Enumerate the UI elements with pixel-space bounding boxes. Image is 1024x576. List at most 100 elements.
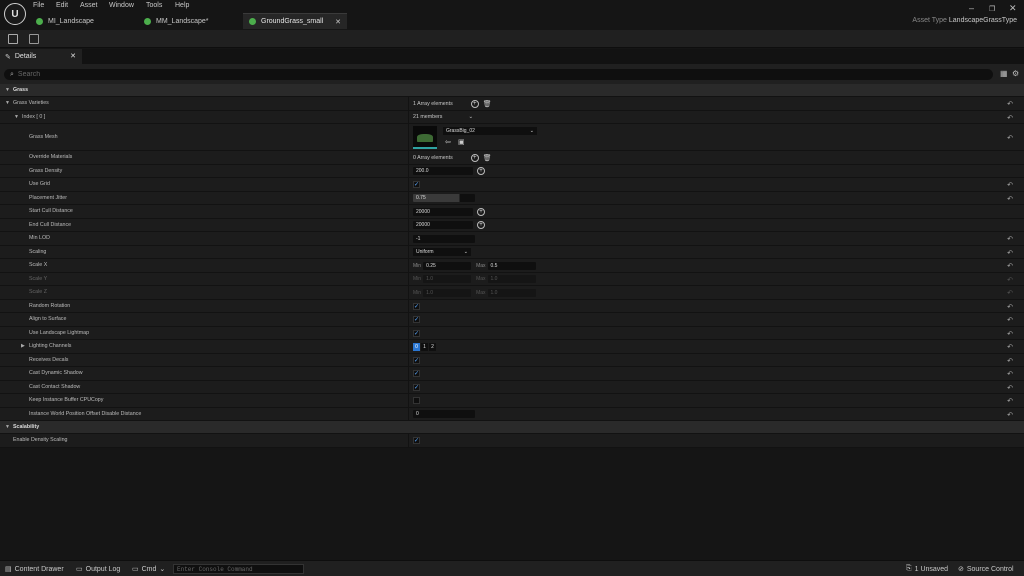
reset-arrow-icon[interactable]: ↶ xyxy=(1007,411,1013,419)
add-icon[interactable]: + xyxy=(477,221,485,229)
channel-2-toggle[interactable]: 2 xyxy=(429,342,436,351)
trash-icon[interactable]: 🗑 xyxy=(483,154,492,162)
add-element-icon[interactable]: + xyxy=(470,99,479,108)
channel-1-toggle[interactable]: 1 xyxy=(421,342,428,351)
tab-mm-landscape[interactable]: MM_Landscape* xyxy=(138,13,240,29)
scaling-dropdown[interactable]: Uniform ⌄ xyxy=(413,248,471,256)
menu-asset[interactable]: Asset xyxy=(80,2,98,13)
start-cull-field[interactable]: 20000 xyxy=(413,207,473,216)
tab-groundgrass-small[interactable]: GroundGrass_small ✕ xyxy=(243,13,347,29)
enable-density-checkbox[interactable]: ✓ xyxy=(413,437,420,444)
prop-label: Instance World Position Offset Disable D… xyxy=(29,410,142,417)
reset-arrow-icon[interactable]: ↶ xyxy=(1007,316,1013,324)
unsaved-button[interactable]: ⎘ 1 Unsaved xyxy=(906,565,948,573)
add-element-icon[interactable]: + xyxy=(470,153,479,162)
max-label: Max xyxy=(476,262,486,269)
minimize-icon[interactable]: – xyxy=(969,3,974,13)
source-control-label: Source Control xyxy=(966,565,1014,573)
prop-label: Use Landscape Lightmap xyxy=(29,329,90,336)
reset-arrow-icon[interactable]: ↶ xyxy=(1007,397,1013,405)
tab-mi-landscape[interactable]: MI_Landscape xyxy=(30,13,133,29)
receives-decals-checkbox[interactable]: ✓ xyxy=(413,356,420,364)
source-control-icon: ⊘ xyxy=(958,566,964,573)
tab-details[interactable]: ✎ Details ✕ xyxy=(0,49,82,64)
cmd-dropdown[interactable]: ▭ Cmd ⌄ xyxy=(132,565,165,574)
grid-view-icon[interactable]: ▦ xyxy=(1000,69,1008,78)
maximize-icon[interactable]: ❐ xyxy=(989,5,995,13)
menu-window[interactable]: Window xyxy=(109,2,134,13)
prop-enable-density-scaling: Enable Density Scaling ✓ xyxy=(0,434,1024,448)
prop-label: Override Materials xyxy=(29,154,73,160)
tab-label: MI_Landscape xyxy=(48,17,94,25)
browse-folder-icon[interactable]: ▣ xyxy=(458,138,465,146)
menu-file[interactable]: File xyxy=(33,2,44,13)
scale-x-max-field[interactable]: 0.5 xyxy=(487,261,536,270)
reset-arrow-icon[interactable]: ↶ xyxy=(1007,262,1013,270)
random-rotation-checkbox[interactable]: ✓ xyxy=(413,302,420,310)
reset-arrow-icon[interactable]: ↶ xyxy=(1007,235,1013,243)
reset-arrow-icon[interactable]: ↶ xyxy=(1007,195,1013,203)
console-input[interactable]: Enter Console Command xyxy=(173,564,304,574)
keep-cpu-checkbox[interactable] xyxy=(413,397,420,404)
placement-jitter-slider[interactable]: 0.75 xyxy=(413,194,475,202)
reset-arrow-icon[interactable]: ↶ xyxy=(1007,249,1013,257)
reset-arrow-icon[interactable]: ↶ xyxy=(1007,303,1013,311)
mesh-picker[interactable]: GrassBig_02 ⌄ xyxy=(443,127,537,135)
save-icon[interactable] xyxy=(8,34,18,44)
reset-arrow-icon[interactable]: ↶ xyxy=(1007,100,1013,108)
chevron-down-icon[interactable]: ▼ xyxy=(14,114,19,120)
category-scalability[interactable]: ▼ Scalability xyxy=(0,421,1024,434)
chevron-down-icon[interactable]: ▼ xyxy=(5,87,10,93)
end-cull-field[interactable]: 20000 xyxy=(413,221,473,229)
reset-arrow-icon[interactable]: ↶ xyxy=(1007,134,1013,142)
output-log-icon: ▭ xyxy=(76,566,83,573)
search-input[interactable] xyxy=(17,71,918,78)
close-window-icon[interactable]: ✕ xyxy=(1009,3,1017,14)
output-log-button[interactable]: ▭ Output Log xyxy=(76,565,120,574)
prop-iwpo-disable-distance: Instance World Position Offset Disable D… xyxy=(0,407,1024,421)
reset-arrow-icon[interactable]: ↶ xyxy=(1007,181,1013,189)
grass-density-field[interactable]: 200.0 xyxy=(413,167,473,175)
menu-tools[interactable]: Tools xyxy=(146,2,162,13)
cast-dynamic-checkbox[interactable]: ✓ xyxy=(413,370,420,377)
settings-gear-icon[interactable]: ⚙ xyxy=(1012,69,1019,78)
reset-arrow-icon[interactable]: ↶ xyxy=(1007,343,1013,351)
prop-label: Scaling xyxy=(29,248,47,255)
chevron-down-icon[interactable]: ▼ xyxy=(5,100,10,106)
unreal-logo-icon[interactable]: U xyxy=(4,3,26,25)
add-icon[interactable]: + xyxy=(477,207,485,216)
reset-arrow-icon[interactable]: ↶ xyxy=(1007,114,1013,122)
cast-contact-checkbox[interactable]: ✓ xyxy=(413,383,420,391)
category-grass[interactable]: ▼ Grass xyxy=(0,84,1024,97)
mesh-thumbnail[interactable] xyxy=(413,126,437,149)
menu-edit[interactable]: Edit xyxy=(56,2,68,13)
align-surface-checkbox[interactable]: ✓ xyxy=(413,316,420,323)
scale-x-min-field[interactable]: 0.25 xyxy=(423,261,472,270)
use-lightmap-checkbox[interactable]: ✓ xyxy=(413,329,420,337)
reset-arrow-icon[interactable]: ↶ xyxy=(1007,330,1013,338)
chevron-down-icon[interactable]: ⌄ xyxy=(468,114,472,120)
search-box[interactable]: ⌕ xyxy=(4,69,993,80)
trash-icon[interactable]: 🗑 xyxy=(483,100,492,108)
reset-arrow-icon[interactable]: ↶ xyxy=(1007,357,1013,365)
iwpo-field[interactable]: 0 xyxy=(413,410,475,418)
use-selected-arrow-icon[interactable]: ⇦ xyxy=(445,138,451,146)
search-icon: ⌕ xyxy=(10,70,14,78)
content-drawer-label: Content Drawer xyxy=(14,565,64,573)
close-details-icon[interactable]: ✕ xyxy=(70,52,76,60)
reset-arrow-icon[interactable]: ↶ xyxy=(1007,384,1013,392)
menu-help[interactable]: Help xyxy=(175,2,189,13)
channel-0-toggle[interactable]: 0 xyxy=(413,342,420,351)
content-drawer-button[interactable]: ▤ Content Drawer xyxy=(5,565,64,574)
min-lod-field[interactable]: -1 xyxy=(413,234,475,243)
chevron-right-icon[interactable]: ▶ xyxy=(21,343,25,349)
prop-scale-z: Scale Z Min 1.0 Max 1.0 ↶ xyxy=(0,286,1024,300)
browse-content-icon[interactable] xyxy=(29,34,39,44)
add-icon[interactable]: + xyxy=(477,167,485,175)
chevron-down-icon[interactable]: ▼ xyxy=(5,424,10,430)
close-tab-icon[interactable]: ✕ xyxy=(335,18,341,26)
use-grid-checkbox[interactable]: ✓ xyxy=(413,181,420,188)
source-control-button[interactable]: ⊘ Source Control xyxy=(958,565,1014,574)
scaling-value: Uniform xyxy=(416,249,434,255)
reset-arrow-icon[interactable]: ↶ xyxy=(1007,370,1013,378)
